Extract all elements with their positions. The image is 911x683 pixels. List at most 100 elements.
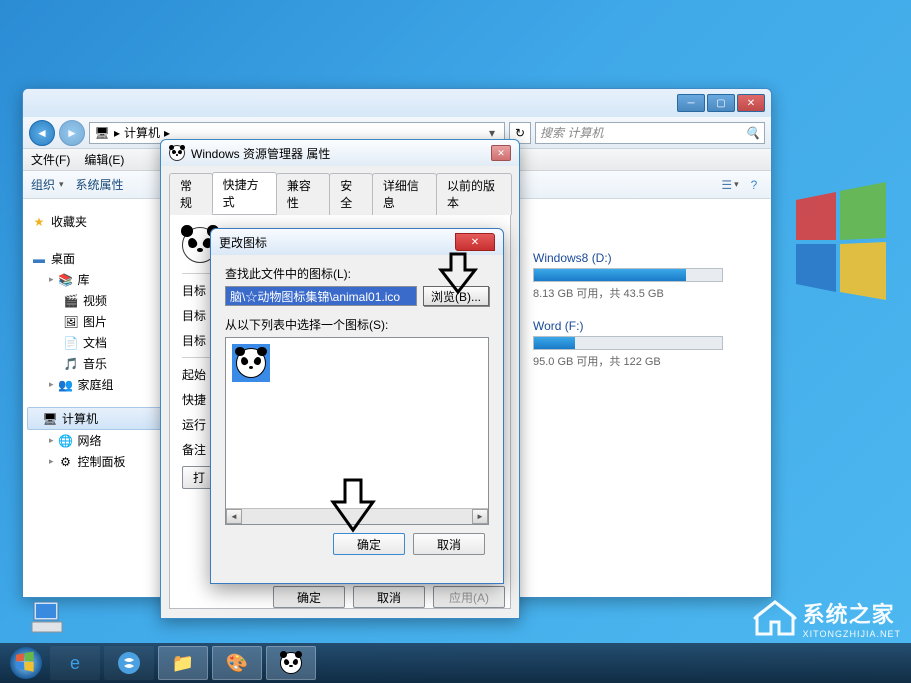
- icon-list[interactable]: ◄ ►: [225, 337, 489, 525]
- desktop-icon: ▬: [31, 251, 47, 267]
- house-icon: [753, 598, 797, 638]
- ok-button[interactable]: 确定: [333, 533, 405, 555]
- pictures-icon: 🖼: [63, 314, 79, 330]
- tab-security[interactable]: 安全: [329, 173, 373, 215]
- minimize-button[interactable]: ─: [677, 94, 705, 112]
- close-button[interactable]: ✕: [737, 94, 765, 112]
- nav-documents[interactable]: 📄文档: [23, 332, 170, 353]
- wallpaper-logo: [781, 180, 911, 340]
- address-dropdown[interactable]: ▾: [484, 126, 500, 140]
- navigation-pane: ★收藏夹 ▬桌面 ▸📚库 🎬视频 🖼图片 📄文档 🎵音乐 ▸👥家庭组 🖥计算机 …: [23, 199, 171, 597]
- computer-icon: 🖥: [94, 125, 110, 141]
- watermark-text: 系统之家: [803, 597, 901, 629]
- nav-network[interactable]: ▸🌐网络: [23, 430, 170, 451]
- cancel-button[interactable]: 取消: [413, 533, 485, 555]
- help-icon[interactable]: ?: [745, 176, 763, 194]
- taskbar-ie[interactable]: e: [50, 646, 100, 680]
- network-icon: 🌐: [58, 433, 74, 449]
- sogou-icon: [116, 650, 142, 676]
- expand-icon: ▸: [49, 435, 54, 446]
- scroll-right[interactable]: ►: [472, 509, 488, 524]
- menu-edit[interactable]: 编辑(E): [84, 151, 124, 168]
- icon-option-selected[interactable]: [232, 344, 270, 382]
- change-icon-dialog: 更改图标 ✕ 查找此文件中的图标(L): 脑\☆动物图标集锦\animal01.…: [210, 228, 504, 584]
- organize-button[interactable]: 组织: [31, 176, 64, 193]
- ok-button[interactable]: 确定: [273, 586, 345, 608]
- library-icon: 📚: [58, 272, 74, 288]
- drive-item[interactable]: Word (F:) 95.0 GB 可用，共 122 GB: [533, 319, 759, 369]
- explorer-titlebar: ─ ▢ ✕: [23, 89, 771, 117]
- nav-desktop[interactable]: ▬桌面: [23, 248, 170, 269]
- taskbar-explorer[interactable]: 📁: [158, 646, 208, 680]
- nav-pictures[interactable]: 🖼图片: [23, 311, 170, 332]
- drive-info: 95.0 GB 可用，共 122 GB: [533, 353, 759, 369]
- maximize-button[interactable]: ▢: [707, 94, 735, 112]
- properties-titlebar: Windows 资源管理器 属性 ✕: [161, 140, 519, 166]
- nav-library[interactable]: ▸📚库: [23, 269, 170, 290]
- breadcrumb-sep: ▸: [114, 126, 120, 140]
- start-button[interactable]: [6, 644, 46, 682]
- drive-label: Word (F:): [533, 319, 759, 333]
- drive-bar: [533, 268, 723, 282]
- computer-icon: 🖥: [42, 411, 58, 427]
- folder-icon: 📁: [170, 650, 196, 676]
- drive-item[interactable]: Windows8 (D:) 8.13 GB 可用，共 43.5 GB: [533, 251, 759, 301]
- drive-label: Windows8 (D:): [533, 251, 759, 265]
- expand-icon: ▸: [49, 274, 54, 285]
- nav-favorites[interactable]: ★收藏夹: [23, 211, 170, 232]
- search-icon: 🔍: [745, 126, 760, 140]
- drive-info: 8.13 GB 可用，共 43.5 GB: [533, 285, 759, 301]
- breadcrumb-sep: ▸: [164, 126, 170, 140]
- panda-icon: [278, 650, 304, 676]
- nav-computer[interactable]: 🖥计算机: [27, 407, 166, 430]
- taskbar-sogou[interactable]: [104, 646, 154, 680]
- look-in-label: 查找此文件中的图标(L):: [225, 265, 489, 282]
- paint-icon: 🎨: [224, 650, 250, 676]
- drive-bar: [533, 336, 723, 350]
- back-button[interactable]: ◄: [29, 120, 55, 146]
- forward-button[interactable]: ►: [59, 120, 85, 146]
- taskbar-panda[interactable]: [266, 646, 316, 680]
- breadcrumb-item[interactable]: 计算机: [124, 124, 160, 141]
- tab-compat[interactable]: 兼容性: [276, 173, 330, 215]
- close-button[interactable]: ✕: [491, 145, 511, 161]
- system-properties-button[interactable]: 系统属性: [76, 176, 124, 193]
- nav-videos[interactable]: 🎬视频: [23, 290, 170, 311]
- desktop-computer-icon[interactable]: [30, 600, 70, 638]
- tab-general[interactable]: 常规: [169, 173, 213, 215]
- expand-icon: ▸: [49, 379, 54, 390]
- video-icon: 🎬: [63, 293, 79, 309]
- change-icon-titlebar: 更改图标 ✕: [211, 229, 503, 255]
- taskbar-paint[interactable]: 🎨: [212, 646, 262, 680]
- tab-previous[interactable]: 以前的版本: [436, 173, 512, 215]
- panda-icon: [169, 145, 185, 161]
- view-icon[interactable]: ☰: [721, 176, 739, 194]
- search-placeholder: 搜索 计算机: [540, 124, 603, 141]
- watermark: 系统之家 XITONGZHIJIA.NET: [753, 597, 901, 639]
- browse-button[interactable]: 浏览(B)...: [423, 286, 489, 306]
- star-icon: ★: [31, 214, 47, 230]
- icon-path-input[interactable]: 脑\☆动物图标集锦\animal01.ico: [225, 286, 417, 306]
- music-icon: 🎵: [63, 356, 79, 372]
- search-box[interactable]: 搜索 计算机 🔍: [535, 122, 765, 144]
- close-button[interactable]: ✕: [455, 233, 495, 251]
- tab-shortcut[interactable]: 快捷方式: [212, 172, 277, 214]
- change-icon-title: 更改图标: [219, 234, 455, 251]
- expand-icon: ▸: [49, 456, 54, 467]
- control-icon: ⚙: [58, 454, 74, 470]
- documents-icon: 📄: [63, 335, 79, 351]
- tab-row: 常规 快捷方式 兼容性 安全 详细信息 以前的版本: [161, 166, 519, 214]
- cancel-button[interactable]: 取消: [353, 586, 425, 608]
- watermark-url: XITONGZHIJIA.NET: [803, 629, 901, 639]
- nav-homegroup[interactable]: ▸👥家庭组: [23, 374, 170, 395]
- homegroup-icon: 👥: [58, 377, 74, 393]
- menu-file[interactable]: 文件(F): [31, 151, 70, 168]
- nav-music[interactable]: 🎵音乐: [23, 353, 170, 374]
- scrollbar[interactable]: ◄ ►: [226, 508, 488, 524]
- tab-details[interactable]: 详细信息: [372, 173, 437, 215]
- taskbar: e 📁 🎨: [0, 643, 911, 683]
- nav-control-panel[interactable]: ▸⚙控制面板: [23, 451, 170, 472]
- scroll-left[interactable]: ◄: [226, 509, 242, 524]
- apply-button[interactable]: 应用(A): [433, 586, 505, 608]
- select-icon-label: 从以下列表中选择一个图标(S):: [225, 316, 489, 333]
